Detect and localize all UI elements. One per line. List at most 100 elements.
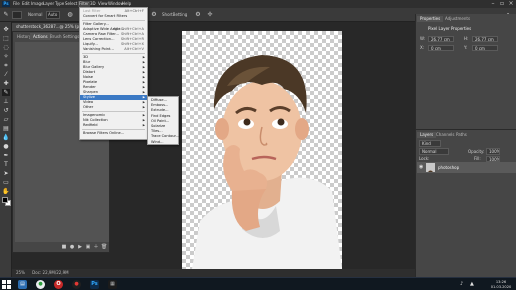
y-field[interactable]: 0 cm	[472, 45, 498, 51]
gear-icon[interactable]: ⚙	[194, 11, 202, 19]
menu-select[interactable]: Select	[65, 1, 77, 7]
windows-start-icon[interactable]	[2, 280, 11, 289]
delete-icon[interactable]: 🗑	[101, 244, 107, 250]
close-icon[interactable]: ×	[506, 0, 516, 8]
tools-panel: ✥ ⬚ ◌ ✧ ⌗ ⁄ ✚ ✎ ⊥ ↺ ▱ ▤ 💧 ● ✒ T ➤ ▭ ✋	[0, 22, 12, 277]
brush-tool-icon[interactable]: ✎	[2, 11, 10, 19]
menu-item-label: Blur Gallery	[83, 65, 105, 69]
menu-item-label: 3D	[83, 55, 89, 59]
tab-paths[interactable]: Paths	[453, 132, 470, 138]
menu-item-label: Render	[83, 85, 96, 89]
marquee-tool-icon[interactable]: ⬚	[2, 35, 10, 42]
menu-item-label: Distort	[83, 70, 96, 74]
menu-image[interactable]: Image	[31, 1, 44, 7]
network-icon[interactable]: ▲	[470, 282, 474, 287]
blur-tool-icon[interactable]: 💧	[2, 134, 10, 141]
pen-tool-icon[interactable]: ✒	[2, 152, 10, 159]
submenu-arrow-icon: ▶	[142, 105, 145, 109]
type-tool-icon[interactable]: T	[2, 161, 10, 168]
healing-brush-icon[interactable]: ✚	[2, 80, 10, 87]
layer-name: photoshop	[438, 165, 460, 170]
clock-time[interactable]: 13:26	[490, 280, 512, 284]
y-label: Y:	[464, 45, 468, 50]
menu-item-label: Browse Filters Online...	[83, 131, 125, 135]
brush-preset-picker[interactable]	[12, 11, 22, 19]
airbrush-icon[interactable]: ◍	[66, 11, 74, 19]
menu-item-label: Filter Gallery...	[83, 22, 109, 26]
new-set-icon[interactable]: ▣	[85, 244, 91, 250]
stylize-item-wind[interactable]: Wind...	[148, 140, 178, 145]
blend-mode-select[interactable]: Normal	[419, 148, 449, 155]
doc-size: Doc: 22,9M/22,9M	[32, 270, 69, 275]
layer-row[interactable]: ◉ photoshop	[417, 162, 516, 173]
fill-label: Fill:	[474, 156, 481, 161]
filter-menu-item-convert-for-smart-filters[interactable]: Convert for Smart Filters	[80, 14, 147, 19]
filter-menu-item-browse-filters-online[interactable]: Browse Filters Online...	[80, 131, 147, 136]
tab-adjustments[interactable]: Adjustments	[442, 16, 473, 22]
mode-label: Normal	[28, 12, 43, 17]
settings-icon[interactable]: ⚙	[150, 11, 158, 19]
x-field[interactable]: 0 cm	[428, 45, 454, 51]
menu-separator	[82, 20, 145, 21]
properties-title: Pixel Layer Properties	[428, 26, 472, 31]
menu-item-label: Imagenomic	[83, 113, 106, 117]
height-field[interactable]: 26,77 cm	[472, 36, 498, 42]
record-icon[interactable]: ●	[69, 244, 75, 250]
eye-icon[interactable]: ◉	[419, 164, 423, 171]
filter-menu: Last Filter Alt+Ctrl+F Convert for Smart F…	[79, 7, 148, 140]
chrome-icon[interactable]: ●	[36, 280, 45, 289]
move-tool-icon[interactable]: ✥	[2, 26, 10, 33]
hand-tool-icon[interactable]: ✋	[2, 188, 10, 195]
kind-filter[interactable]: Kind	[419, 140, 441, 147]
width-field[interactable]: 26,77 cm	[428, 36, 454, 42]
x-label: X:	[420, 45, 425, 50]
quick-select-icon[interactable]: ✧	[2, 53, 10, 60]
new-action-icon[interactable]: ＋	[93, 244, 99, 250]
menu-type[interactable]: Type	[55, 1, 64, 7]
dodge-tool-icon[interactable]: ●	[2, 143, 10, 150]
zoom-level[interactable]: 25%	[16, 270, 25, 275]
submenu-arrow-icon: ▶	[142, 123, 145, 127]
clone-stamp-icon[interactable]: ⊥	[2, 98, 10, 105]
gradient-icon[interactable]: ▤	[2, 125, 10, 132]
shape-tool-icon[interactable]: ▭	[2, 179, 10, 186]
menu-item-label: Sharpen	[83, 90, 99, 94]
filter-menu-item-vanishing-point[interactable]: Vanishing Point... Alt+Ctrl+V	[80, 47, 147, 52]
record-app-icon[interactable]: ●	[72, 280, 81, 289]
history-brush-icon[interactable]: ↺	[2, 107, 10, 114]
boy-photo	[192, 55, 342, 269]
stop-icon[interactable]: ■	[61, 244, 67, 250]
crop-tool-icon[interactable]: ⌗	[2, 62, 10, 69]
app-taskbar-icon[interactable]: ▦	[108, 280, 117, 289]
clock-date[interactable]: 01.03.2020	[486, 285, 516, 289]
opera-icon[interactable]: O	[54, 280, 63, 289]
menu-file[interactable]: File	[13, 1, 20, 7]
lock-label: Lock:	[419, 156, 430, 161]
mode-select[interactable]: Auto	[46, 11, 60, 19]
menu-edit[interactable]: Edit	[22, 1, 30, 7]
menu-item-label: Convert for Smart Filters	[83, 14, 128, 18]
path-select-icon[interactable]: ➤	[2, 170, 10, 177]
tab-properties[interactable]: Properties	[417, 16, 444, 22]
opacity-label: Opacity:	[468, 149, 485, 154]
layer-thumbnail	[426, 163, 435, 172]
play-icon[interactable]: ▶	[77, 244, 83, 250]
filter-menu-item-other[interactable]: Other ▶	[80, 105, 147, 110]
opacity-field[interactable]: 100%	[486, 148, 500, 155]
symmetry-icon[interactable]: ✢	[206, 11, 214, 19]
volume-icon[interactable]: ♪	[460, 282, 463, 287]
brush-tool-icon[interactable]: ✎	[2, 89, 10, 96]
lasso-tool-icon[interactable]: ◌	[2, 44, 10, 51]
menu-item-label: Liquify...	[83, 42, 98, 46]
document-canvas[interactable]	[182, 31, 342, 269]
photoshop-taskbar-icon[interactable]: Ps	[90, 280, 99, 289]
file-explorer-icon[interactable]: ▤	[18, 280, 27, 289]
eyedropper-icon[interactable]: ⁄	[2, 71, 10, 78]
photoshop-logo: Ps	[2, 1, 10, 7]
foreground-color-swatch[interactable]	[2, 197, 8, 203]
eraser-icon[interactable]: ▱	[2, 116, 10, 123]
status-bar: 25% Doc: 22,9M/22,9M	[12, 269, 415, 277]
filter-menu-item-redfield[interactable]: Redfield ▶	[80, 123, 147, 128]
menu-layer[interactable]: Layer	[43, 1, 54, 7]
menu-item-label: Nik Collection	[83, 118, 108, 122]
